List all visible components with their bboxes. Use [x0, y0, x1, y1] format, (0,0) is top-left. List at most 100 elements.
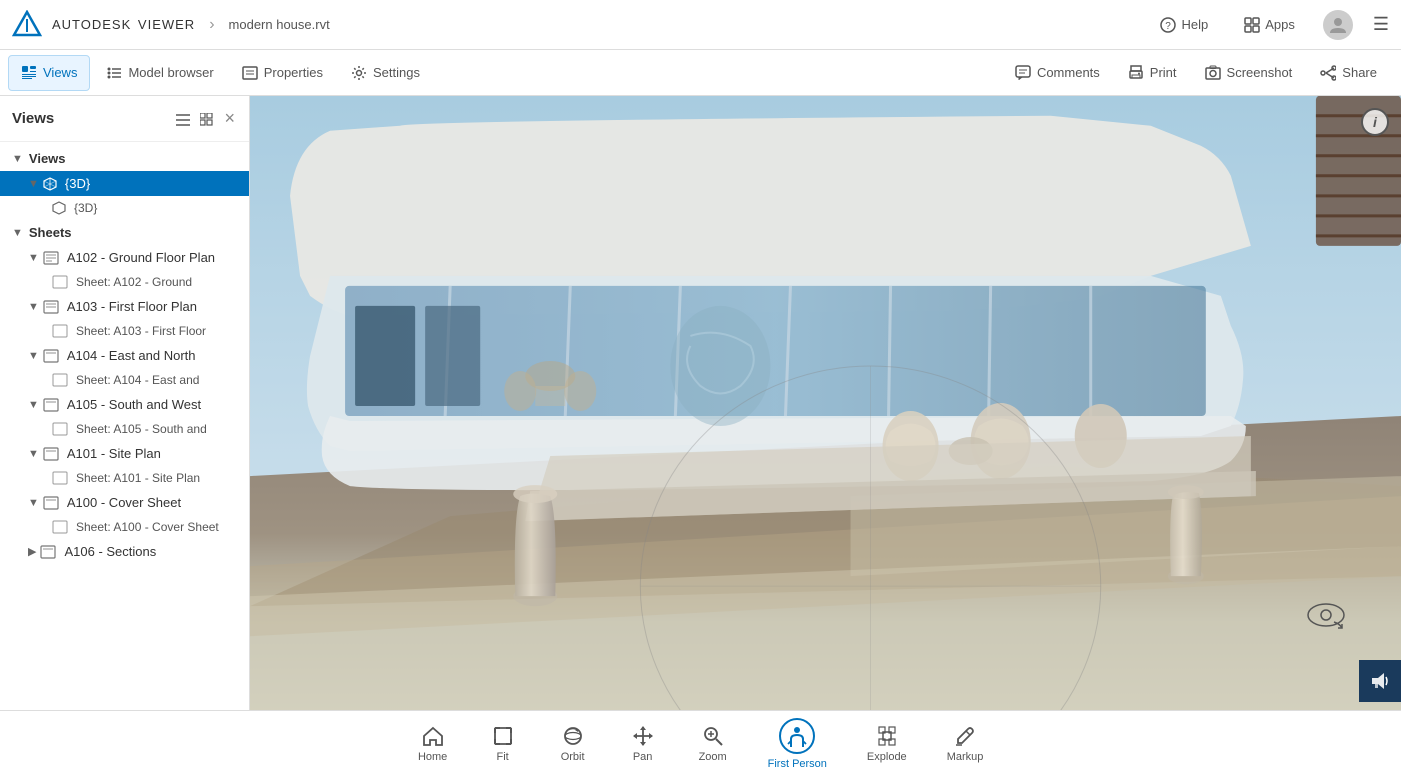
screenshot-button[interactable]: Screenshot: [1193, 55, 1305, 91]
sheet-a106-item[interactable]: ▶ A106 - Sections: [0, 539, 249, 564]
sheet-a106-icon: [40, 545, 56, 559]
viewer-text: VIEWER: [138, 17, 195, 32]
app-name: AUTODESK VIEWER: [52, 17, 195, 32]
sheet-a104-sub[interactable]: Sheet: A104 - East and: [0, 368, 249, 392]
avatar[interactable]: [1323, 10, 1353, 40]
sheet-a101-sub[interactable]: Sheet: A101 - Site Plan: [0, 466, 249, 490]
sheet-a105-sub[interactable]: Sheet: A105 - South and: [0, 417, 249, 441]
zoom-button[interactable]: Zoom: [678, 718, 748, 769]
sheets-group-header[interactable]: ▼ Sheets: [0, 220, 249, 245]
3d-viewer[interactable]: i: [250, 96, 1401, 710]
eye-cursor-icon: [1306, 600, 1346, 630]
grid-view-button[interactable]: [198, 108, 216, 128]
a104-caret-icon: ▼: [28, 350, 39, 362]
info-button[interactable]: i: [1361, 108, 1389, 136]
sidebar-title: Views: [12, 110, 54, 127]
main-layout: Views ×: [0, 96, 1401, 710]
sheet-a103-label: A103 - First Floor Plan: [67, 299, 197, 314]
sheet-a104-icon: [43, 349, 59, 363]
sheet-a101-item[interactable]: ▼ A101 - Site Plan: [0, 441, 249, 466]
sheet-a102-icon: [43, 251, 59, 265]
sheet-a102-item[interactable]: ▼ A102 - Ground Floor Plan: [0, 245, 249, 270]
pan-button[interactable]: Pan: [608, 718, 678, 769]
breadcrumb-separator: ›: [209, 16, 214, 34]
sheet-a103-item[interactable]: ▼ A103 - First Floor Plan: [0, 294, 249, 319]
views-group-label: Views: [29, 151, 66, 166]
info-icon: i: [1373, 114, 1377, 130]
3d-view-item[interactable]: ▼ {3D}: [0, 171, 249, 196]
views-icon: [21, 65, 37, 81]
file-name: modern house.rvt: [229, 17, 330, 32]
list-view-button[interactable]: [174, 108, 192, 128]
sheet-a105-sub-label: Sheet: A105 - South and: [76, 422, 207, 436]
views-tab[interactable]: Views: [8, 55, 90, 91]
first-person-circle: [779, 718, 815, 754]
a105-caret-icon: ▼: [28, 399, 39, 411]
sidebar-header: Views ×: [0, 96, 249, 142]
autodesk-text: AUTODESK: [52, 17, 131, 32]
orbit-icon: [562, 724, 584, 747]
sheet-a105-sub-icon: [52, 422, 68, 436]
close-sidebar-button[interactable]: ×: [222, 106, 237, 131]
settings-tab[interactable]: Settings: [339, 55, 432, 91]
first-person-button[interactable]: First Person: [748, 712, 847, 776]
properties-tab[interactable]: Properties: [230, 55, 335, 91]
sheet-a100-sub[interactable]: Sheet: A100 - Cover Sheet: [0, 515, 249, 539]
sheet-a103-sub-icon: [52, 324, 68, 338]
user-avatar-icon: [1328, 15, 1348, 35]
fit-button[interactable]: Fit: [468, 718, 538, 769]
sheet-a104-item[interactable]: ▼ A104 - East and North: [0, 343, 249, 368]
a100-caret-icon: ▼: [28, 497, 39, 509]
explode-button[interactable]: Explode: [847, 718, 927, 769]
sheet-a101-icon: [43, 447, 59, 461]
3d-cube-icon: [43, 177, 57, 191]
sheet-a104-sub-icon: [52, 373, 68, 387]
views-section: ▼ Views ▼ {3D}: [0, 142, 249, 568]
sheet-a100-item[interactable]: ▼ A100 - Cover Sheet: [0, 490, 249, 515]
sheet-a102-sub-icon: [52, 275, 68, 289]
home-button[interactable]: Home: [398, 718, 468, 769]
model-browser-icon: [106, 65, 122, 81]
settings-icon: [351, 65, 367, 81]
help-button[interactable]: ? Help: [1152, 13, 1216, 37]
3d-sub-item[interactable]: {3D}: [0, 196, 249, 220]
print-button[interactable]: Print: [1116, 55, 1189, 91]
apps-icon: [1244, 17, 1260, 33]
3d-sub-label: {3D}: [74, 201, 97, 215]
header-right: ? Help Apps ☰: [1152, 10, 1389, 40]
sheet-a105-label: A105 - South and West: [67, 397, 201, 412]
hamburger-menu-icon[interactable]: ☰: [1373, 14, 1389, 35]
header-left: AUTODESK VIEWER › modern house.rvt: [12, 10, 330, 40]
sheet-a102-sub[interactable]: Sheet: A102 - Ground: [0, 270, 249, 294]
sheet-a106-label: A106 - Sections: [64, 544, 156, 559]
announcement-button[interactable]: [1359, 660, 1401, 702]
orbit-button[interactable]: Orbit: [538, 718, 608, 769]
sheet-a103-sub[interactable]: Sheet: A103 - First Floor: [0, 319, 249, 343]
sheet-a104-sub-label: Sheet: A104 - East and: [76, 373, 199, 387]
comments-button[interactable]: Comments: [1003, 55, 1112, 91]
header: AUTODESK VIEWER › modern house.rvt ? Hel…: [0, 0, 1401, 50]
sheet-a102-label: A102 - Ground Floor Plan: [67, 250, 215, 265]
sheet-a100-sub-icon: [52, 520, 68, 534]
share-icon: [1320, 65, 1336, 81]
views-group-header[interactable]: ▼ Views: [0, 146, 249, 171]
toolbar-right: Comments Print Screenshot: [1003, 55, 1401, 91]
markup-button[interactable]: Markup: [927, 718, 1004, 769]
megaphone-icon: [1370, 671, 1390, 691]
sheet-a105-item[interactable]: ▼ A105 - South and West: [0, 392, 249, 417]
sidebar-controls: ×: [174, 106, 237, 131]
sheet-a102-sub-label: Sheet: A102 - Ground: [76, 275, 192, 289]
sheet-a104-label: A104 - East and North: [67, 348, 196, 363]
eye-cursor-indicator: [1306, 600, 1346, 630]
a103-caret-icon: ▼: [28, 301, 39, 313]
explode-icon: [876, 724, 898, 747]
model-browser-tab[interactable]: Model browser: [94, 55, 225, 91]
list-view-icon: [176, 113, 190, 127]
comments-icon: [1015, 65, 1031, 81]
a106-caret-icon: ▶: [28, 545, 36, 558]
a102-caret-icon: ▼: [28, 252, 39, 264]
share-button[interactable]: Share: [1308, 55, 1389, 91]
views-caret-icon: ▼: [12, 153, 23, 165]
apps-button[interactable]: Apps: [1236, 13, 1303, 37]
sheet-a105-icon: [43, 398, 59, 412]
